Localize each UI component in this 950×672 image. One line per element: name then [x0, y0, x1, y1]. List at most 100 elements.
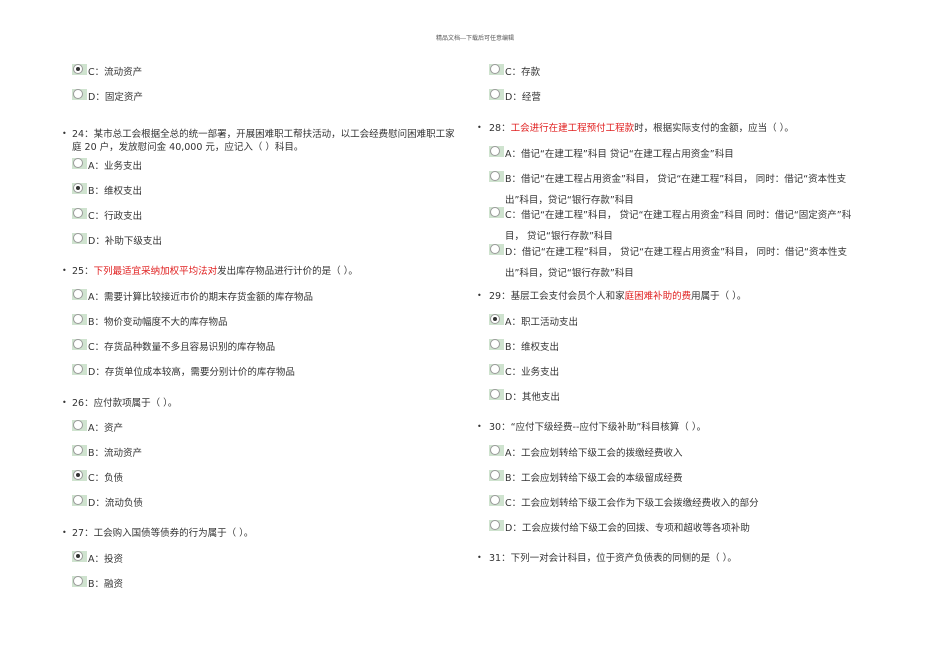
- radio-circle-icon: [490, 244, 500, 254]
- option-label[interactable]: B：物价变动幅度不大的库存物品: [88, 312, 462, 333]
- radio-circle-icon: [490, 207, 500, 217]
- bullet: •: [62, 398, 67, 407]
- option-label[interactable]: A：资产: [88, 418, 462, 439]
- question-number: 29：: [489, 291, 511, 302]
- bullet: •: [62, 266, 67, 275]
- radio-button[interactable]: [72, 89, 87, 100]
- radio-button[interactable]: [489, 171, 504, 182]
- radio-button[interactable]: [489, 89, 504, 100]
- option-label[interactable]: C：行政支出: [88, 206, 462, 227]
- radio-circle-icon: [490, 64, 500, 74]
- option-label[interactable]: D：补助下级支出: [88, 231, 462, 252]
- radio-button[interactable]: [489, 470, 504, 481]
- question-part: 发出库存物品进行计价的是（ ）。: [217, 266, 358, 277]
- option-label[interactable]: D：存货单位成本较高，需要分别计价的库存物品: [88, 362, 462, 383]
- radio-circle-icon: [73, 89, 83, 99]
- bullet: •: [477, 123, 482, 132]
- option-label[interactable]: D：其他支出: [505, 387, 867, 408]
- radio-button[interactable]: [489, 244, 504, 255]
- radio-circle-icon: [73, 495, 83, 505]
- bullet: •: [62, 528, 67, 537]
- option-label[interactable]: D：固定资产: [88, 87, 462, 108]
- question-part: 应付款项属于（ ）。: [93, 398, 178, 409]
- radio-button[interactable]: [72, 445, 87, 456]
- option-label[interactable]: A：借记“在建工程”科目 贷记“在建工程占用资金”科目: [505, 144, 867, 165]
- radio-circle-icon: [73, 551, 83, 561]
- radio-circle-icon: [73, 183, 83, 193]
- question-number: 25：: [72, 266, 94, 277]
- radio-button[interactable]: [489, 520, 504, 531]
- option-label[interactable]: C：负债: [88, 468, 462, 489]
- radio-button[interactable]: [489, 389, 504, 400]
- question-text: 28：工会进行在建工程预付工程款时，根据实际支付的金额，应当（ ）。: [489, 122, 867, 135]
- option-label[interactable]: B：融资: [88, 574, 462, 595]
- radio-button[interactable]: [72, 233, 87, 244]
- radio-button[interactable]: [72, 208, 87, 219]
- radio-button[interactable]: [489, 64, 504, 75]
- radio-circle-icon: [490, 470, 500, 480]
- option-label[interactable]: A：工会应划转给下级工会的拨缴经费收入: [505, 443, 867, 464]
- option-label[interactable]: A：职工活动支出: [505, 312, 867, 333]
- radio-circle-icon: [490, 314, 500, 324]
- question-number: 28：: [489, 123, 511, 134]
- radio-circle-icon: [73, 158, 83, 168]
- radio-circle-icon: [73, 420, 83, 430]
- option-label[interactable]: C：流动资产: [88, 62, 462, 83]
- radio-circle-icon: [490, 445, 500, 455]
- radio-button[interactable]: [72, 314, 87, 325]
- radio-circle-icon: [73, 314, 83, 324]
- option-label[interactable]: C：工会应划转给下级工会作为下级工会拨缴经费收入的部分: [505, 493, 867, 514]
- option-label[interactable]: B：维权支出: [88, 181, 462, 202]
- radio-button[interactable]: [72, 364, 87, 375]
- option-label[interactable]: C：借记“在建工程”科目， 贷记“在建工程占用资金”科目 同时：借记“固定资产”…: [505, 205, 867, 247]
- question-part: 工会购入国债等债券的行为属于（ ）。: [93, 528, 254, 539]
- radio-button[interactable]: [72, 158, 87, 169]
- radio-circle-icon: [73, 208, 83, 218]
- option-label[interactable]: C：存款: [505, 62, 867, 83]
- radio-button[interactable]: [72, 183, 87, 194]
- option-label[interactable]: D：工会应拨付给下级工会的回拨、专项和超收等各项补助: [505, 518, 867, 539]
- radio-button[interactable]: [489, 495, 504, 506]
- radio-button[interactable]: [72, 339, 87, 350]
- question-text: 24：某市总工会根据全总的统一部署，开展困难职工帮扶活动，以工会经费慰问困难职工…: [72, 128, 462, 154]
- radio-button[interactable]: [72, 420, 87, 431]
- radio-button[interactable]: [489, 364, 504, 375]
- option-label[interactable]: C：存货品种数量不多且容易识别的库存物品: [88, 337, 462, 358]
- option-label[interactable]: D：经营: [505, 87, 867, 108]
- option-label[interactable]: D：流动负债: [88, 493, 462, 514]
- radio-button[interactable]: [72, 495, 87, 506]
- radio-button[interactable]: [72, 64, 87, 75]
- option-label[interactable]: C：业务支出: [505, 362, 867, 383]
- radio-circle-icon: [73, 364, 83, 374]
- bullet: •: [62, 129, 67, 138]
- question-text: 31：下列一对会计科目，位于资产负债表的同侧的是（ ）。: [489, 552, 867, 565]
- option-label[interactable]: D：借记“在建工程”科目， 贷记“在建工程占用资金”科目， 同时：借记“资本性支…: [505, 242, 867, 284]
- radio-button[interactable]: [489, 207, 504, 218]
- radio-button[interactable]: [72, 470, 87, 481]
- radio-button[interactable]: [489, 146, 504, 157]
- radio-circle-icon: [73, 233, 83, 243]
- option-label[interactable]: A：业务支出: [88, 156, 462, 177]
- radio-button[interactable]: [489, 314, 504, 325]
- radio-circle-icon: [490, 389, 500, 399]
- question-part: 某市总工会根据全总的统一部署，开展困难职工帮扶活动，以工会经费慰问困难职工家庭 …: [72, 129, 455, 153]
- page-header: 精品文档---下载后可任意编辑: [435, 35, 515, 42]
- radio-button[interactable]: [489, 445, 504, 456]
- option-label[interactable]: A：投资: [88, 549, 462, 570]
- radio-button[interactable]: [72, 551, 87, 562]
- highlighted-text: 下列最适宜采纳加权平均法对: [93, 266, 218, 277]
- option-label[interactable]: B：流动资产: [88, 443, 462, 464]
- option-label[interactable]: B：维权支出: [505, 337, 867, 358]
- option-label[interactable]: A：需要计算比较接近市价的期末存货金额的库存物品: [88, 287, 462, 308]
- radio-button[interactable]: [72, 289, 87, 300]
- radio-circle-icon: [73, 576, 83, 586]
- radio-circle-icon: [73, 470, 83, 480]
- option-label[interactable]: B：工会应划转给下级工会的本级留成经费: [505, 468, 867, 489]
- question-part: 基层工会支付会员个人和家: [510, 291, 625, 302]
- radio-circle-icon: [490, 339, 500, 349]
- question-number: 30：: [489, 422, 511, 433]
- question-part: “应付下级经费--应付下级补助”科目核算（ ）。: [510, 422, 707, 433]
- radio-button[interactable]: [489, 339, 504, 350]
- radio-circle-icon: [490, 520, 500, 530]
- radio-button[interactable]: [72, 576, 87, 587]
